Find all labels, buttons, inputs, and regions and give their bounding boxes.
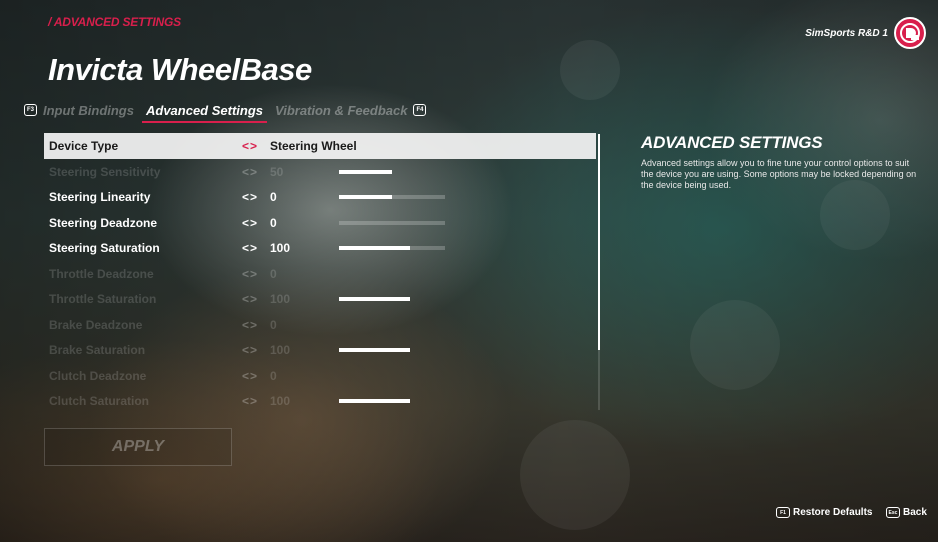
next-tab-key-icon[interactable]: F4 <box>413 104 427 116</box>
left-right-arrows-icon[interactable]: <> <box>242 139 258 153</box>
setting-value: 0 <box>270 190 277 204</box>
setting-value: 100 <box>270 292 291 306</box>
left-right-arrows-icon: <> <box>242 266 259 281</box>
breadcrumb: / ADVANCED SETTINGS <box>48 15 181 29</box>
tab-bar: F3 Input Bindings Advanced Settings Vibr… <box>24 99 427 123</box>
setting-row: Throttle Deadzone <> 0 <box>44 261 596 287</box>
prev-tab-key-icon[interactable]: F3 <box>24 104 37 116</box>
season-pass-badge-icon <box>894 17 926 49</box>
slider-fill <box>339 348 411 352</box>
setting-value: 0 <box>270 266 277 281</box>
setting-row: Throttle Saturation <> 100 <box>44 286 596 312</box>
setting-row[interactable]: Steering Linearity <> 0 <box>44 184 596 210</box>
setting-row: Clutch Saturation <> 100 <box>44 388 596 414</box>
left-right-arrows-icon: <> <box>242 164 259 179</box>
profile-name: SimSports R&D 1 <box>805 28 888 39</box>
apply-button[interactable]: APPLY <box>44 428 232 466</box>
info-panel-title: ADVANCED SETTINGS <box>641 133 823 152</box>
setting-slider[interactable] <box>339 220 445 225</box>
left-right-arrows-icon: <> <box>242 292 259 306</box>
tab-input-bindings[interactable]: Input Bindings <box>43 103 134 118</box>
left-right-arrows-icon[interactable]: <> <box>242 241 258 255</box>
setting-slider[interactable] <box>339 246 445 250</box>
setting-label: Clutch Saturation <box>49 394 150 408</box>
setting-label: Brake Deadzone <box>49 317 143 332</box>
info-panel-body: Advanced settings allow you to fine tune… <box>641 158 917 190</box>
settings-list: Device Type <> Steering Wheel Steering Sens… <box>44 133 596 414</box>
left-right-arrows-icon: <> <box>242 343 259 357</box>
setting-slider[interactable] <box>339 195 445 199</box>
setting-row[interactable]: Steering Saturation <> 100 <box>44 235 596 261</box>
left-right-arrows-icon: <> <box>242 317 259 332</box>
setting-row: Steering Sensitivity <> 50 <box>44 159 596 185</box>
slider-fill <box>339 399 411 403</box>
setting-label: Clutch Deadzone <box>49 368 147 383</box>
setting-label: Device Type <box>49 139 119 153</box>
setting-slider <box>339 348 445 352</box>
setting-value: 100 <box>270 343 291 357</box>
restore-key-icon: F1 <box>776 507 790 518</box>
setting-slider <box>339 169 445 174</box>
setting-label: Steering Deadzone <box>49 215 158 230</box>
settings-scrollbar[interactable] <box>598 134 600 410</box>
tab-advanced-settings[interactable]: Advanced Settings <box>141 103 268 123</box>
setting-slider <box>339 399 445 403</box>
setting-row: Brake Deadzone <> 0 <box>44 312 596 338</box>
slider-fill <box>339 195 392 199</box>
restore-defaults-button[interactable]: F1 Restore Defaults <box>776 507 872 518</box>
setting-row[interactable]: Steering Deadzone <> 0 <box>44 210 596 236</box>
left-right-arrows-icon[interactable]: <> <box>242 216 258 230</box>
setting-value: 0 <box>270 368 277 383</box>
left-right-arrows-icon: <> <box>242 394 259 408</box>
setting-row: Brake Saturation <> 100 <box>44 337 596 363</box>
slider-fill <box>339 169 392 174</box>
setting-row[interactable]: Device Type <> Steering Wheel <box>44 133 596 159</box>
setting-label: Steering Sensitivity <box>49 164 161 179</box>
slider-fill <box>339 246 411 250</box>
setting-value: 0 <box>270 317 277 332</box>
slider-fill <box>339 297 411 301</box>
setting-label: Throttle Saturation <box>49 292 157 306</box>
setting-value: 100 <box>270 241 291 255</box>
scrollbar-thumb[interactable] <box>598 134 600 350</box>
page-title: Invicta WheelBase <box>48 52 312 87</box>
back-key-icon: Esc <box>886 507 900 518</box>
setting-label: Steering Linearity <box>49 190 151 204</box>
setting-value: 0 <box>270 215 277 230</box>
restore-defaults-label: Restore Defaults <box>793 507 873 518</box>
setting-label: Steering Saturation <box>49 241 160 255</box>
back-label: Back <box>903 507 927 518</box>
setting-value: 100 <box>270 394 291 408</box>
tab-vibration-feedback[interactable]: Vibration & Feedback <box>275 103 407 118</box>
left-right-arrows-icon[interactable]: <> <box>242 190 258 204</box>
setting-slider <box>339 297 445 301</box>
setting-label: Brake Saturation <box>49 343 146 357</box>
left-right-arrows-icon: <> <box>242 368 259 383</box>
setting-value: 50 <box>270 164 284 179</box>
setting-label: Throttle Deadzone <box>49 266 154 281</box>
setting-row: Clutch Deadzone <> 0 <box>44 363 596 389</box>
back-button[interactable]: Esc Back <box>886 507 927 518</box>
setting-value: Steering Wheel <box>270 139 357 153</box>
